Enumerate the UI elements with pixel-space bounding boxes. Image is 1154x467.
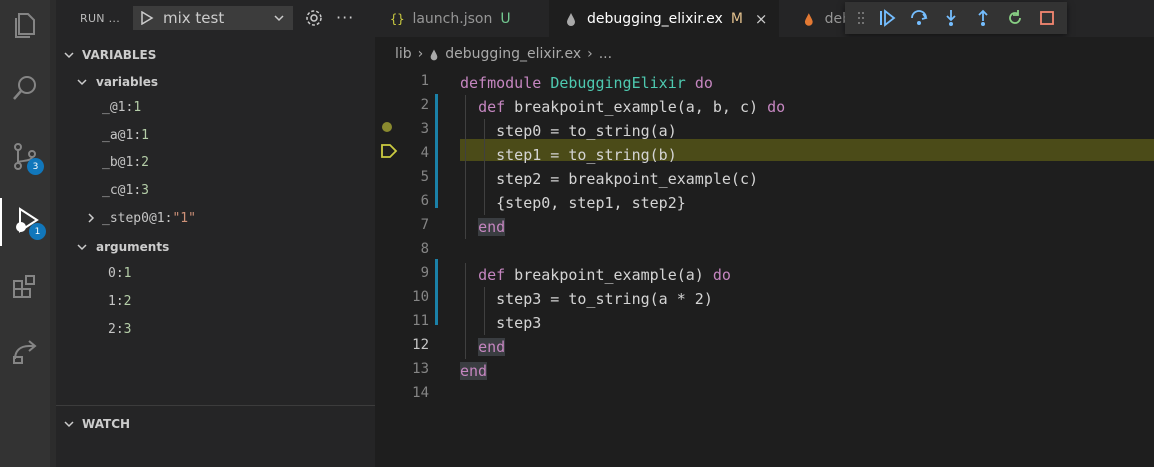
code-line[interactable]: def breakpoint_example(a) do — [460, 263, 731, 287]
code-line[interactable]: end — [460, 359, 488, 383]
line-number: 3 — [420, 121, 429, 137]
variable-row[interactable]: 2: 3 — [108, 318, 131, 340]
line-number: 4 — [420, 145, 429, 161]
elixir-drop-icon — [567, 12, 575, 26]
run-title: RUN ... — [80, 12, 121, 25]
chevron-right-icon: › — [587, 46, 593, 62]
line-number: 10 — [412, 289, 429, 305]
breadcrumb-symbol[interactable]: ... — [599, 46, 612, 62]
debug-toolbar — [845, 2, 1067, 34]
variable-row[interactable]: _a@1: 1 — [102, 124, 149, 146]
variable-row[interactable]: 1: 2 — [108, 290, 131, 312]
code-line[interactable]: step3 = to_string(a * 2) — [460, 287, 713, 311]
line-number: 11 — [412, 313, 429, 329]
line-number: 12 — [412, 337, 429, 353]
step-into-icon[interactable] — [941, 8, 961, 28]
code-line[interactable]: defmodule DebuggingElixir do — [460, 71, 713, 95]
elixir-drop-icon — [430, 49, 438, 60]
chevron-down-icon — [64, 52, 74, 59]
code-line[interactable]: end — [460, 335, 506, 359]
debug-badge: 1 — [29, 223, 46, 240]
code-line[interactable]: end — [460, 215, 506, 239]
close-icon[interactable]: × — [755, 10, 768, 28]
breadcrumb-folder[interactable]: lib — [395, 46, 412, 62]
scope-arguments[interactable]: arguments — [56, 236, 169, 258]
tab-debugging-elixir-2[interactable]: deb — [791, 0, 851, 37]
more-actions-button[interactable]: ··· — [336, 8, 354, 27]
scope-label: variables — [96, 75, 159, 89]
variable-row[interactable]: _c@1: 3 — [102, 179, 149, 201]
watch-section-header[interactable]: WATCH — [56, 413, 130, 435]
restart-icon[interactable] — [1005, 8, 1025, 28]
breadcrumb-file[interactable]: debugging_elixir.ex — [445, 46, 581, 62]
chevron-down-icon — [274, 15, 284, 22]
code-line[interactable]: step0 = to_string(a) — [460, 119, 677, 143]
variables-title: VARIABLES — [82, 48, 157, 62]
line-number: 14 — [412, 385, 429, 401]
tab-debugging-elixir[interactable]: debugging_elixir.ex M × — [549, 0, 779, 37]
tab-label: debugging_elixir.ex — [587, 10, 723, 27]
chevron-right-icon: › — [417, 46, 424, 62]
source-control-badge: 3 — [27, 158, 44, 175]
tab-status-badge: M — [730, 10, 743, 27]
editor-gutter[interactable]: 1 2 3 4 5 6 7 8 9 10 11 12 13 14 — [375, 71, 455, 467]
variable-row[interactable]: _b@1: 2 — [102, 151, 149, 173]
run-debug-button[interactable]: 1 — [0, 198, 50, 246]
elixir-drop-icon — [804, 12, 813, 26]
code-line[interactable]: {step0, step1, step2} — [460, 191, 686, 215]
line-number: 1 — [420, 73, 429, 89]
variable-row[interactable]: 0: 1 — [108, 262, 131, 284]
line-number: 6 — [420, 193, 429, 209]
line-number: 9 — [420, 265, 429, 281]
line-number: 13 — [412, 361, 429, 377]
code-line[interactable]: step1 = to_string(b) — [460, 143, 677, 167]
variable-row[interactable]: _step0@1: "1" — [86, 207, 196, 229]
variables-section-header[interactable]: VARIABLES — [56, 44, 156, 66]
watch-title: WATCH — [82, 417, 131, 431]
start-debugging-icon[interactable] — [140, 11, 154, 25]
modified-indicator — [435, 94, 438, 208]
line-number: 8 — [420, 241, 429, 257]
remote-explorer-icon — [10, 335, 40, 369]
chevron-down-icon — [77, 79, 87, 86]
tab-status-badge: U — [500, 10, 511, 27]
search-button[interactable] — [0, 66, 50, 114]
launch-config-select[interactable]: mix test — [133, 6, 293, 30]
code-editor[interactable]: defmodule DebuggingElixir do def breakpo… — [455, 71, 1154, 467]
line-number: 5 — [420, 169, 429, 185]
extensions-icon — [10, 271, 40, 305]
modified-indicator — [435, 259, 438, 325]
drag-handle-icon[interactable] — [857, 10, 865, 26]
explorer-button[interactable] — [0, 2, 50, 50]
files-icon — [10, 9, 40, 43]
json-icon: {} — [390, 11, 405, 26]
chevron-right-icon — [88, 213, 95, 223]
stop-icon[interactable] — [1037, 8, 1057, 28]
step-out-icon[interactable] — [973, 8, 993, 28]
code-line[interactable]: step2 = breakpoint_example(c) — [460, 167, 758, 191]
chevron-down-icon — [77, 244, 87, 251]
source-control-button[interactable]: 3 — [0, 134, 50, 182]
code-line[interactable]: def breakpoint_example(a, b, c) do — [460, 95, 785, 119]
tab-launch-json[interactable]: {} launch.json U — [375, 0, 535, 37]
chevron-down-icon — [64, 421, 74, 428]
line-number: 2 — [420, 97, 429, 113]
gear-icon[interactable] — [304, 8, 324, 28]
search-icon — [10, 73, 40, 107]
section-divider — [56, 405, 375, 406]
run-debug-sidebar: RUN ... mix test ··· VARIABLES variables… — [50, 0, 375, 467]
variable-row[interactable]: _@1: 1 — [102, 96, 141, 118]
extensions-button[interactable] — [0, 264, 50, 312]
scope-variables[interactable]: variables — [56, 71, 158, 93]
scope-label: arguments — [96, 240, 170, 254]
activity-bar: 3 1 — [0, 0, 50, 467]
line-number: 7 — [420, 217, 429, 233]
step-over-icon[interactable] — [909, 8, 929, 28]
code-line[interactable]: step3 — [460, 311, 541, 335]
launch-config-label: mix test — [163, 9, 225, 27]
remote-explorer-button[interactable] — [0, 328, 50, 376]
continue-icon[interactable] — [877, 8, 897, 28]
tab-label: launch.json — [412, 10, 493, 27]
breadcrumb: lib › debugging_elixir.ex › ... — [375, 37, 1154, 71]
